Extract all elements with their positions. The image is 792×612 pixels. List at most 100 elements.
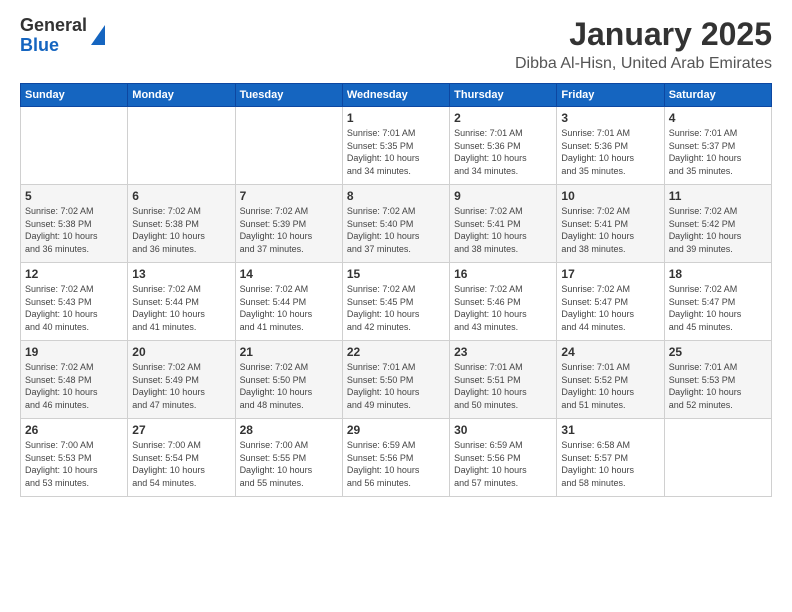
weekday-header-row: SundayMondayTuesdayWednesdayThursdayFrid… [21, 84, 772, 107]
day-detail: Sunrise: 7:01 AM Sunset: 5:35 PM Dayligh… [347, 127, 445, 177]
logo-blue: Blue [20, 35, 59, 55]
day-detail: Sunrise: 7:02 AM Sunset: 5:45 PM Dayligh… [347, 283, 445, 333]
calendar-cell [664, 419, 771, 497]
day-number: 15 [347, 267, 445, 281]
weekday-header-wednesday: Wednesday [342, 84, 449, 107]
calendar-cell [235, 107, 342, 185]
day-number: 28 [240, 423, 338, 437]
calendar-cell: 9 Sunrise: 7:02 AM Sunset: 5:41 PM Daylig… [450, 185, 557, 263]
calendar-cell: 8 Sunrise: 7:02 AM Sunset: 5:40 PM Daylig… [342, 185, 449, 263]
day-detail: Sunrise: 7:02 AM Sunset: 5:47 PM Dayligh… [669, 283, 767, 333]
calendar-table: SundayMondayTuesdayWednesdayThursdayFrid… [20, 83, 772, 497]
day-detail: Sunrise: 7:02 AM Sunset: 5:48 PM Dayligh… [25, 361, 123, 411]
day-number: 18 [669, 267, 767, 281]
weekday-header-sunday: Sunday [21, 84, 128, 107]
day-number: 27 [132, 423, 230, 437]
day-number: 6 [132, 189, 230, 203]
day-number: 17 [561, 267, 659, 281]
day-number: 8 [347, 189, 445, 203]
calendar-cell: 16Sunrise: 7:02 AM Sunset: 5:46 PM Dayli… [450, 263, 557, 341]
day-number: 16 [454, 267, 552, 281]
day-detail: Sunrise: 7:02 AM Sunset: 5:39 PM Dayligh… [240, 205, 338, 255]
calendar-cell: 3Sunrise: 7:01 AM Sunset: 5:36 PM Daylig… [557, 107, 664, 185]
calendar-cell: 24 Sunrise: 7:01 AM Sunset: 5:52 PM Dayli… [557, 341, 664, 419]
logo: General Blue [20, 16, 105, 56]
calendar-cell: 20 Sunrise: 7:02 AM Sunset: 5:49 PM Dayli… [128, 341, 235, 419]
calendar-cell: 22 Sunrise: 7:01 AM Sunset: 5:50 PM Dayli… [342, 341, 449, 419]
day-detail: Sunrise: 7:02 AM Sunset: 5:43 PM Dayligh… [25, 283, 123, 333]
day-number: 26 [25, 423, 123, 437]
weekday-header-friday: Friday [557, 84, 664, 107]
logo-text: General Blue [20, 16, 105, 56]
week-row-2: 5 Sunrise: 7:02 AM Sunset: 5:38 PM Daylig… [21, 185, 772, 263]
day-detail: Sunrise: 7:02 AM Sunset: 5:38 PM Dayligh… [25, 205, 123, 255]
calendar-cell: 4 Sunrise: 7:01 AM Sunset: 5:37 PM Daylig… [664, 107, 771, 185]
day-number: 19 [25, 345, 123, 359]
day-detail: Sunrise: 7:02 AM Sunset: 5:41 PM Dayligh… [561, 205, 659, 255]
day-number: 20 [132, 345, 230, 359]
day-detail: Sunrise: 6:58 AM Sunset: 5:57 PM Dayligh… [561, 439, 659, 489]
day-number: 5 [25, 189, 123, 203]
day-number: 9 [454, 189, 552, 203]
day-number: 25 [669, 345, 767, 359]
calendar-cell: 10 Sunrise: 7:02 AM Sunset: 5:41 PM Dayli… [557, 185, 664, 263]
header: General Blue January 2025 Dibba Al-Hisn,… [20, 16, 772, 73]
calendar-cell: 6 Sunrise: 7:02 AM Sunset: 5:38 PM Daylig… [128, 185, 235, 263]
calendar-cell: 13 Sunrise: 7:02 AM Sunset: 5:44 PM Dayli… [128, 263, 235, 341]
weekday-header-tuesday: Tuesday [235, 84, 342, 107]
day-detail: Sunrise: 7:02 AM Sunset: 5:41 PM Dayligh… [454, 205, 552, 255]
day-detail: Sunrise: 7:02 AM Sunset: 5:38 PM Dayligh… [132, 205, 230, 255]
day-detail: Sunrise: 6:59 AM Sunset: 5:56 PM Dayligh… [347, 439, 445, 489]
calendar-cell: 27Sunrise: 7:00 AM Sunset: 5:54 PM Dayli… [128, 419, 235, 497]
calendar-cell: 5 Sunrise: 7:02 AM Sunset: 5:38 PM Daylig… [21, 185, 128, 263]
week-row-1: 1 Sunrise: 7:01 AM Sunset: 5:35 PM Daylig… [21, 107, 772, 185]
day-detail: Sunrise: 7:02 AM Sunset: 5:47 PM Dayligh… [561, 283, 659, 333]
day-number: 23 [454, 345, 552, 359]
calendar-cell: 11Sunrise: 7:02 AM Sunset: 5:42 PM Dayli… [664, 185, 771, 263]
calendar-cell: 18 Sunrise: 7:02 AM Sunset: 5:47 PM Dayli… [664, 263, 771, 341]
day-detail: Sunrise: 7:00 AM Sunset: 5:55 PM Dayligh… [240, 439, 338, 489]
weekday-header-saturday: Saturday [664, 84, 771, 107]
calendar-cell: 30 Sunrise: 6:59 AM Sunset: 5:56 PM Dayli… [450, 419, 557, 497]
day-detail: Sunrise: 7:01 AM Sunset: 5:37 PM Dayligh… [669, 127, 767, 177]
logo-general: General [20, 15, 87, 35]
day-detail: Sunrise: 6:59 AM Sunset: 5:56 PM Dayligh… [454, 439, 552, 489]
calendar-cell: 28 Sunrise: 7:00 AM Sunset: 5:55 PM Dayli… [235, 419, 342, 497]
day-detail: Sunrise: 7:02 AM Sunset: 5:40 PM Dayligh… [347, 205, 445, 255]
calendar-cell: 26Sunrise: 7:00 AM Sunset: 5:53 PM Dayli… [21, 419, 128, 497]
calendar-cell [128, 107, 235, 185]
day-detail: Sunrise: 7:02 AM Sunset: 5:44 PM Dayligh… [240, 283, 338, 333]
calendar-subtitle: Dibba Al-Hisn, United Arab Emirates [515, 55, 772, 73]
calendar-cell: 7Sunrise: 7:02 AM Sunset: 5:39 PM Daylig… [235, 185, 342, 263]
week-row-3: 12 Sunrise: 7:02 AM Sunset: 5:43 PM Dayli… [21, 263, 772, 341]
calendar-cell: 15 Sunrise: 7:02 AM Sunset: 5:45 PM Dayli… [342, 263, 449, 341]
calendar-title: January 2025 [515, 16, 772, 53]
calendar-cell: 31 Sunrise: 6:58 AM Sunset: 5:57 PM Dayli… [557, 419, 664, 497]
week-row-4: 19 Sunrise: 7:02 AM Sunset: 5:48 PM Dayli… [21, 341, 772, 419]
day-number: 1 [347, 111, 445, 125]
day-number: 4 [669, 111, 767, 125]
day-detail: Sunrise: 7:01 AM Sunset: 5:52 PM Dayligh… [561, 361, 659, 411]
day-detail: Sunrise: 7:02 AM Sunset: 5:42 PM Dayligh… [669, 205, 767, 255]
weekday-header-monday: Monday [128, 84, 235, 107]
day-detail: Sunrise: 7:01 AM Sunset: 5:50 PM Dayligh… [347, 361, 445, 411]
day-number: 31 [561, 423, 659, 437]
day-detail: Sunrise: 7:02 AM Sunset: 5:49 PM Dayligh… [132, 361, 230, 411]
calendar-cell: 19 Sunrise: 7:02 AM Sunset: 5:48 PM Dayli… [21, 341, 128, 419]
calendar-container: General Blue January 2025 Dibba Al-Hisn,… [0, 0, 792, 507]
day-number: 2 [454, 111, 552, 125]
day-detail: Sunrise: 7:01 AM Sunset: 5:53 PM Dayligh… [669, 361, 767, 411]
day-number: 10 [561, 189, 659, 203]
day-number: 30 [454, 423, 552, 437]
day-number: 13 [132, 267, 230, 281]
title-block: January 2025 Dibba Al-Hisn, United Arab … [515, 16, 772, 73]
calendar-cell: 14Sunrise: 7:02 AM Sunset: 5:44 PM Dayli… [235, 263, 342, 341]
calendar-cell: 17 Sunrise: 7:02 AM Sunset: 5:47 PM Dayli… [557, 263, 664, 341]
day-detail: Sunrise: 7:01 AM Sunset: 5:36 PM Dayligh… [454, 127, 552, 177]
day-number: 22 [347, 345, 445, 359]
calendar-cell: 25 Sunrise: 7:01 AM Sunset: 5:53 PM Dayli… [664, 341, 771, 419]
day-number: 12 [25, 267, 123, 281]
day-number: 24 [561, 345, 659, 359]
day-number: 21 [240, 345, 338, 359]
day-detail: Sunrise: 7:02 AM Sunset: 5:44 PM Dayligh… [132, 283, 230, 333]
